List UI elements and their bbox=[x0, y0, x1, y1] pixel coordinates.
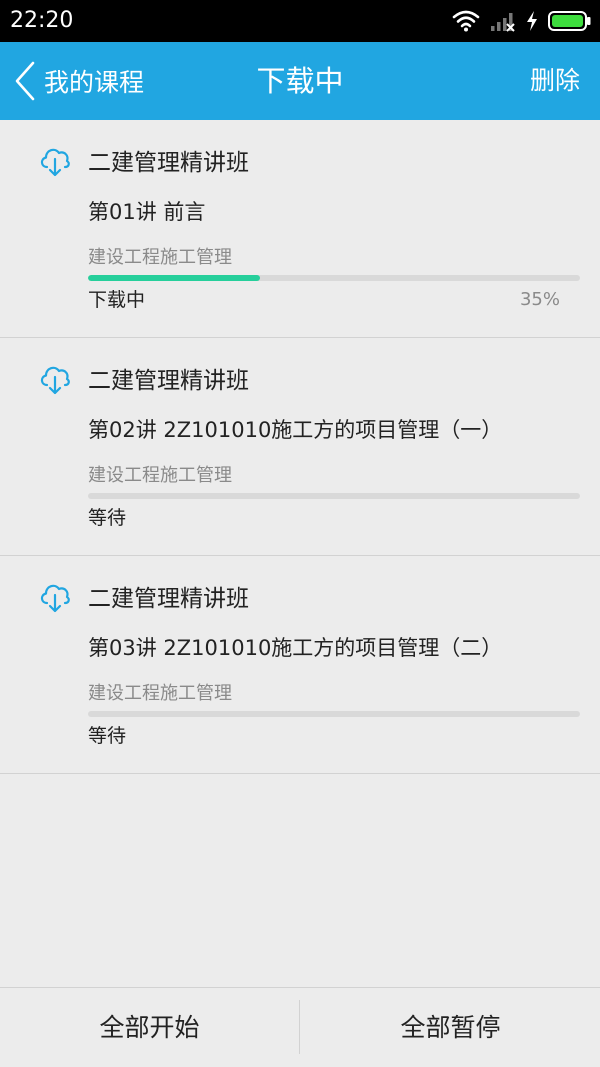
subject-name: 建设工程施工管理 bbox=[88, 465, 232, 486]
course-name: 二建管理精讲班 bbox=[88, 586, 249, 612]
lesson-title: 第02讲 2Z101010施工方的项目管理（一） bbox=[88, 418, 503, 442]
signal-icon bbox=[490, 10, 516, 32]
progress-bar bbox=[88, 275, 580, 281]
lesson-title: 第03讲 2Z101010施工方的项目管理（二） bbox=[88, 636, 503, 660]
lesson-title: 第01讲 前言 bbox=[88, 200, 206, 224]
pause-all-button[interactable]: 全部暂停 bbox=[301, 988, 600, 1067]
download-status: 等待 bbox=[88, 507, 127, 529]
course-name: 二建管理精讲班 bbox=[88, 150, 249, 176]
status-time: 22:20 bbox=[10, 8, 74, 33]
download-status: 下载中 bbox=[88, 289, 146, 311]
bottom-divider bbox=[299, 1000, 300, 1054]
bottom-action-bar: 全部开始 全部暂停 bbox=[0, 987, 600, 1067]
cloud-download-icon bbox=[38, 580, 72, 614]
charging-icon bbox=[526, 10, 538, 32]
subject-name: 建设工程施工管理 bbox=[88, 683, 232, 704]
progress-bar bbox=[88, 711, 580, 717]
download-status: 等待 bbox=[88, 725, 127, 747]
wifi-icon bbox=[452, 10, 480, 32]
back-button[interactable]: 我的课程 bbox=[14, 42, 144, 120]
download-list: 二建管理精讲班 第01讲 前言 建设工程施工管理 下载中 35% 二建管理精讲班… bbox=[0, 120, 600, 774]
status-icons bbox=[452, 8, 592, 34]
download-item[interactable]: 二建管理精讲班 第01讲 前言 建设工程施工管理 下载中 35% bbox=[0, 120, 600, 338]
back-label: 我的课程 bbox=[44, 68, 145, 97]
download-item[interactable]: 二建管理精讲班 第02讲 2Z101010施工方的项目管理（一） 建设工程施工管… bbox=[0, 338, 600, 556]
page-title: 下载中 bbox=[256, 64, 344, 98]
progress-fill bbox=[88, 275, 261, 281]
chevron-left-icon bbox=[14, 61, 36, 101]
battery-icon bbox=[548, 10, 592, 32]
start-all-button[interactable]: 全部开始 bbox=[0, 988, 299, 1067]
delete-button[interactable]: 删除 bbox=[530, 42, 580, 120]
course-name: 二建管理精讲班 bbox=[88, 368, 249, 394]
download-item[interactable]: 二建管理精讲班 第03讲 2Z101010施工方的项目管理（二） 建设工程施工管… bbox=[0, 556, 600, 774]
subject-name: 建设工程施工管理 bbox=[88, 247, 232, 268]
progress-bar bbox=[88, 493, 580, 499]
cloud-download-icon bbox=[38, 362, 72, 396]
status-bar: 22:20 bbox=[0, 0, 600, 42]
download-percent: 35% bbox=[519, 289, 560, 310]
cloud-download-icon bbox=[38, 144, 72, 178]
nav-bar: 我的课程 下载中 删除 bbox=[0, 42, 600, 120]
